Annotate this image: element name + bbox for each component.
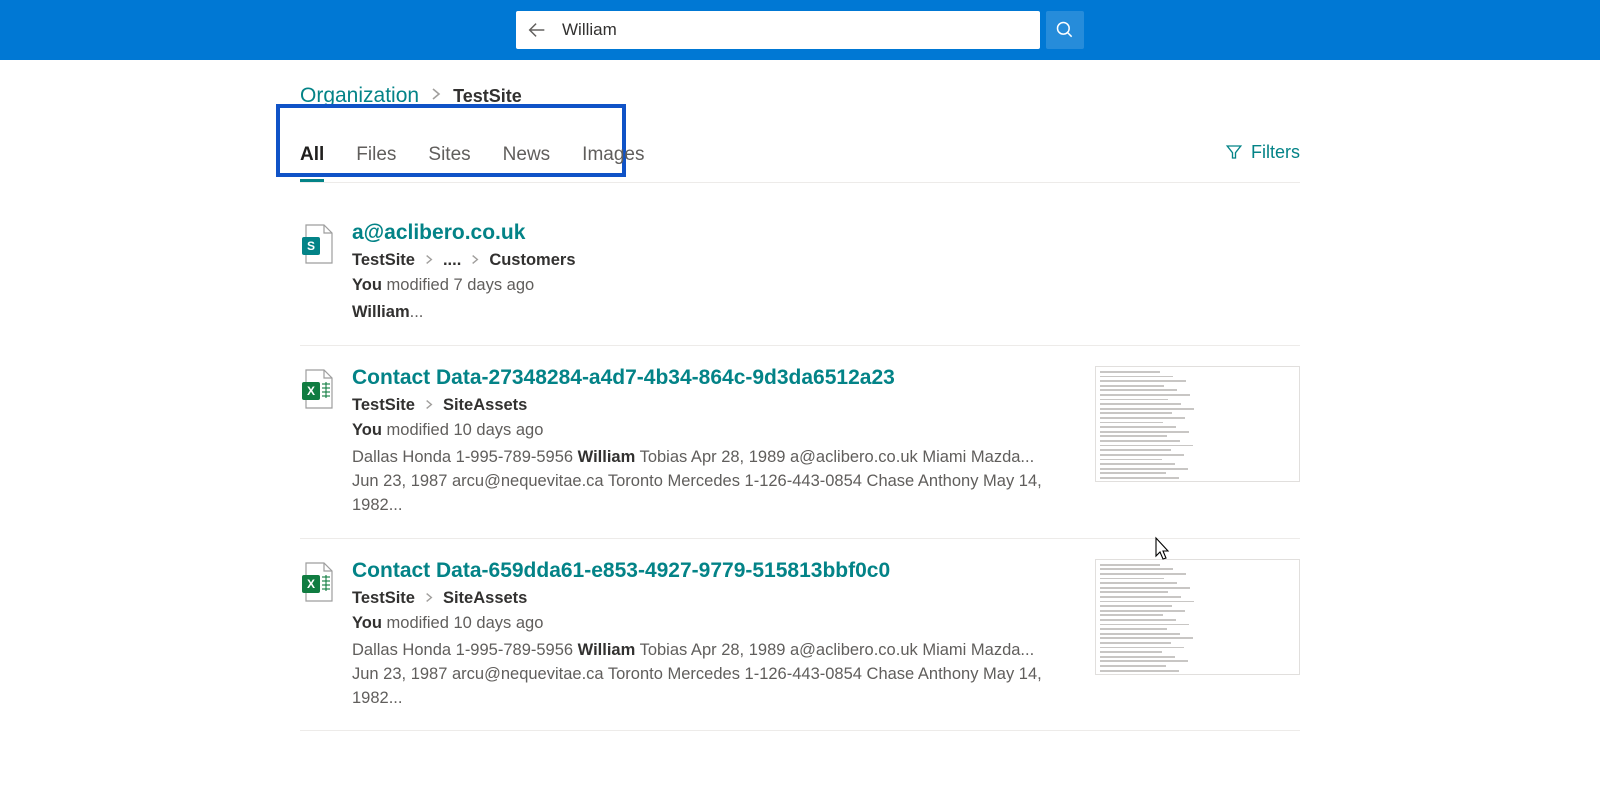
chevron-right-icon (425, 591, 433, 606)
result-meta: You modified 10 days ago (352, 614, 1077, 633)
svg-text:X: X (307, 384, 315, 398)
excel-icon: X (300, 368, 334, 410)
result-snippet: Dallas Honda 1-995-789-5956 William Tobi… (352, 446, 1052, 518)
result-path-seg[interactable]: TestSite (352, 251, 415, 270)
excel-icon: X (300, 561, 334, 603)
tabs-row: All Files Sites News Images Filters (300, 138, 1300, 183)
chevron-right-icon (431, 87, 441, 105)
breadcrumb: Organization TestSite (300, 84, 1300, 108)
result-title[interactable]: Contact Data-27348284-a4d7-4b34-864c-9d3… (352, 366, 1077, 390)
search-result: X Contact Data-27348284-a4d7-4b34-864c-9d… (300, 346, 1300, 539)
tab-sites[interactable]: Sites (428, 138, 470, 182)
filter-icon (1225, 143, 1243, 161)
search-icon (1055, 20, 1075, 40)
svg-text:S: S (307, 239, 315, 253)
svg-text:X: X (307, 577, 315, 591)
filters-label: Filters (1251, 142, 1300, 163)
tab-news[interactable]: News (503, 138, 551, 182)
result-thumbnail[interactable] (1095, 559, 1300, 675)
result-path-seg[interactable]: SiteAssets (443, 589, 527, 608)
sharepoint-icon: S (300, 223, 334, 265)
result-path-seg[interactable]: .... (443, 251, 461, 270)
tab-all[interactable]: All (300, 138, 324, 182)
breadcrumb-org[interactable]: Organization (300, 84, 419, 108)
search-button[interactable] (1046, 11, 1084, 49)
result-body: a@aclibero.co.uk TestSite.... Customers You… (352, 221, 1300, 325)
content: Organization TestSite All Files Sites Ne… (300, 60, 1300, 731)
result-path: TestSite SiteAssets (352, 396, 1077, 415)
header-bar (0, 0, 1600, 60)
result-path-seg[interactable]: Customers (489, 251, 575, 270)
results: Sa@aclibero.co.uk TestSite.... Customers Yo… (300, 201, 1300, 731)
result-title[interactable]: a@aclibero.co.uk (352, 221, 1300, 245)
filters-button[interactable]: Filters (1225, 142, 1300, 179)
result-path-seg[interactable]: TestSite (352, 396, 415, 415)
chevron-right-icon (471, 253, 479, 268)
result-title[interactable]: Contact Data-659dda61-e853-4927-9779-515… (352, 559, 1077, 583)
tab-images[interactable]: Images (582, 138, 644, 182)
chevron-right-icon (425, 398, 433, 413)
result-path: TestSite SiteAssets (352, 589, 1077, 608)
search-input[interactable] (562, 20, 1030, 40)
result-body: Contact Data-27348284-a4d7-4b34-864c-9d3… (352, 366, 1077, 518)
result-thumbnail[interactable] (1095, 366, 1300, 482)
result-path-seg[interactable]: SiteAssets (443, 396, 527, 415)
search-wrap (516, 11, 1084, 49)
result-snippet: William... (352, 301, 1052, 325)
result-path: TestSite.... Customers (352, 251, 1300, 270)
breadcrumb-site[interactable]: TestSite (453, 86, 522, 107)
tab-files[interactable]: Files (356, 138, 396, 182)
chevron-right-icon (425, 253, 433, 268)
search-result: X Contact Data-659dda61-e853-4927-9779-51… (300, 539, 1300, 732)
result-path-seg[interactable]: TestSite (352, 589, 415, 608)
result-meta: You modified 7 days ago (352, 276, 1300, 295)
back-arrow-icon[interactable] (526, 19, 548, 41)
result-meta: You modified 10 days ago (352, 421, 1077, 440)
search-box[interactable] (516, 11, 1040, 49)
search-result: Sa@aclibero.co.uk TestSite.... Customers Yo… (300, 201, 1300, 346)
result-body: Contact Data-659dda61-e853-4927-9779-515… (352, 559, 1077, 711)
tabs: All Files Sites News Images (300, 138, 644, 182)
result-snippet: Dallas Honda 1-995-789-5956 William Tobi… (352, 639, 1052, 711)
